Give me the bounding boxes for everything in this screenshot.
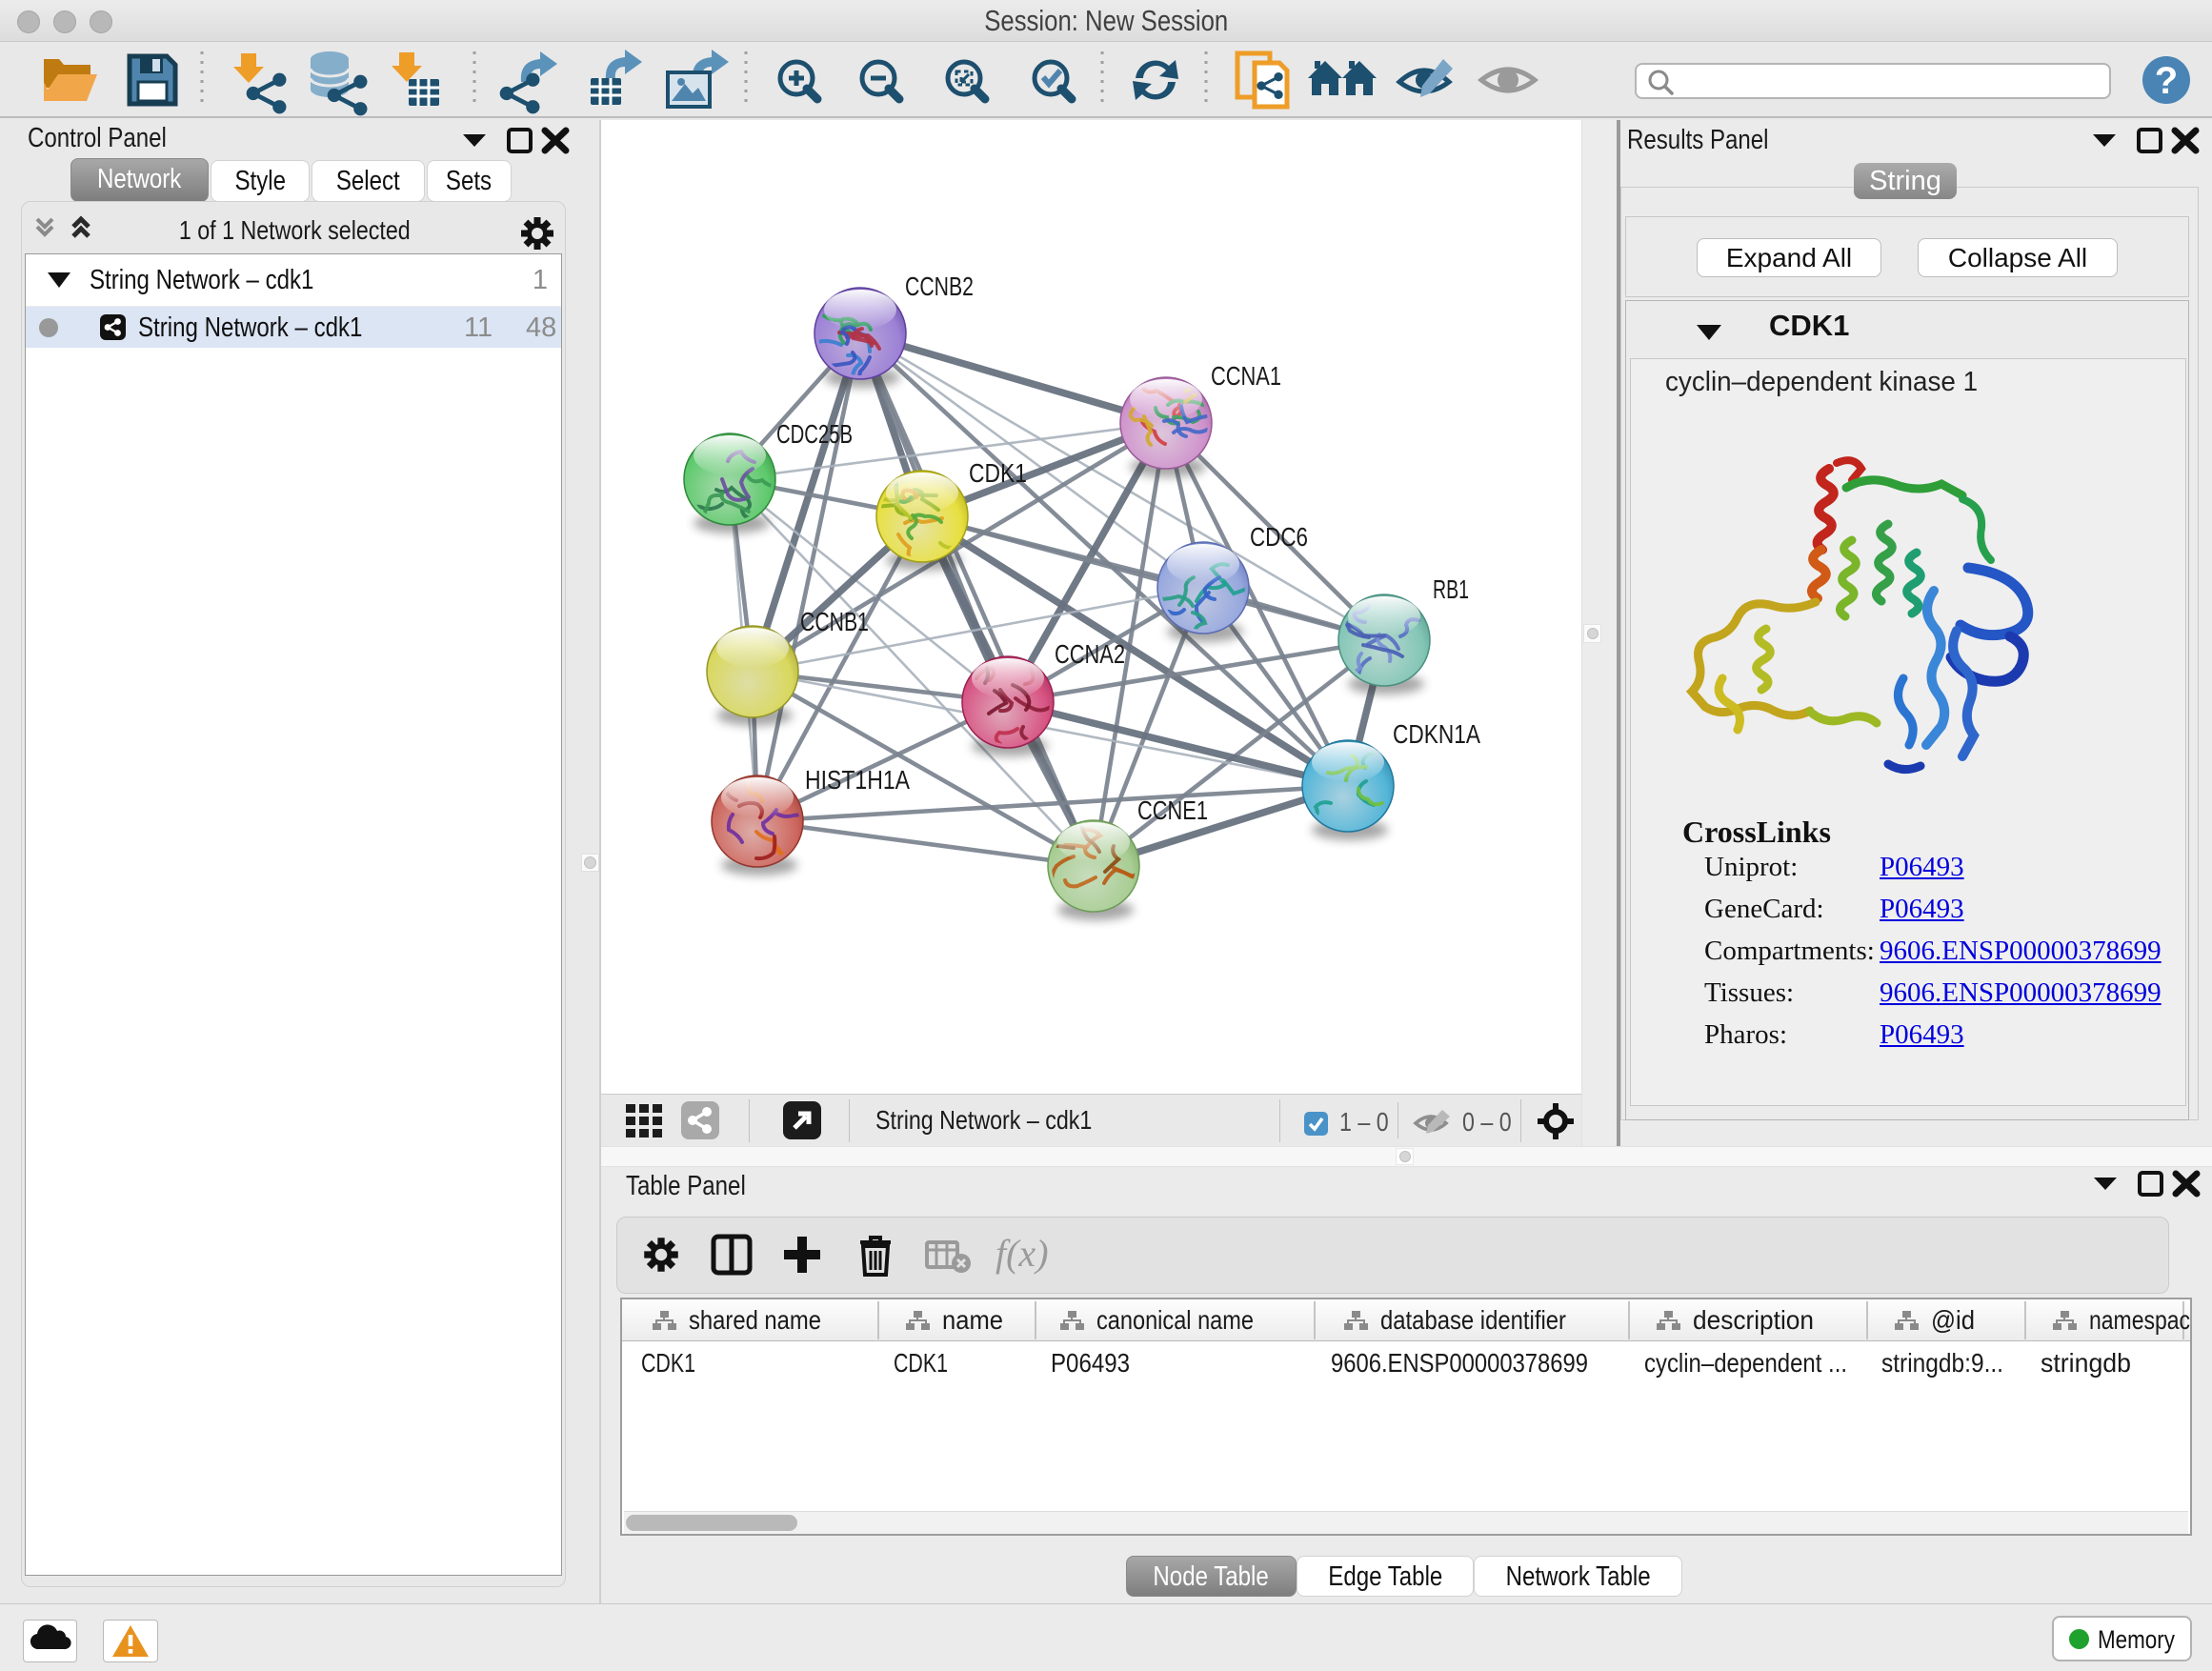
svg-text:CDK1: CDK1 bbox=[641, 1348, 695, 1378]
svg-text:name: name bbox=[942, 1305, 1003, 1335]
svg-text:HIST1H1A: HIST1H1A bbox=[805, 765, 910, 795]
svg-text:CDC6: CDC6 bbox=[1250, 522, 1308, 552]
svg-text:?: ? bbox=[2155, 60, 2178, 102]
svg-text:CCNA2: CCNA2 bbox=[1055, 639, 1125, 669]
svg-text:CCNA1: CCNA1 bbox=[1211, 361, 1281, 391]
svg-text:CCNE1: CCNE1 bbox=[1137, 795, 1208, 825]
svg-text:stringdb: stringdb bbox=[2041, 1348, 2131, 1378]
svg-text:cyclin–dependent ...: cyclin–dependent ... bbox=[1644, 1348, 1847, 1378]
svg-text:database identifier: database identifier bbox=[1380, 1305, 1566, 1335]
svg-text:CCNB1: CCNB1 bbox=[800, 607, 869, 636]
svg-text:RB1: RB1 bbox=[1433, 574, 1469, 604]
svg-text:@id: @id bbox=[1931, 1305, 1975, 1335]
svg-text:description: description bbox=[1693, 1305, 1814, 1335]
svg-text:CDK1: CDK1 bbox=[894, 1348, 948, 1378]
svg-text:CDC25B: CDC25B bbox=[776, 419, 853, 449]
svg-text:shared name: shared name bbox=[689, 1305, 821, 1335]
svg-text:P06493: P06493 bbox=[1051, 1348, 1130, 1378]
svg-text:namespac: namespac bbox=[2089, 1305, 2190, 1335]
svg-text:9606.ENSP00000378699: 9606.ENSP00000378699 bbox=[1331, 1348, 1588, 1378]
svg-text:stringdb:9...: stringdb:9... bbox=[1881, 1348, 2003, 1378]
svg-text:CDKN1A: CDKN1A bbox=[1393, 719, 1480, 749]
svg-text:CCNB2: CCNB2 bbox=[905, 272, 974, 301]
svg-text:CDK1: CDK1 bbox=[969, 458, 1027, 488]
svg-text:canonical name: canonical name bbox=[1096, 1305, 1254, 1335]
